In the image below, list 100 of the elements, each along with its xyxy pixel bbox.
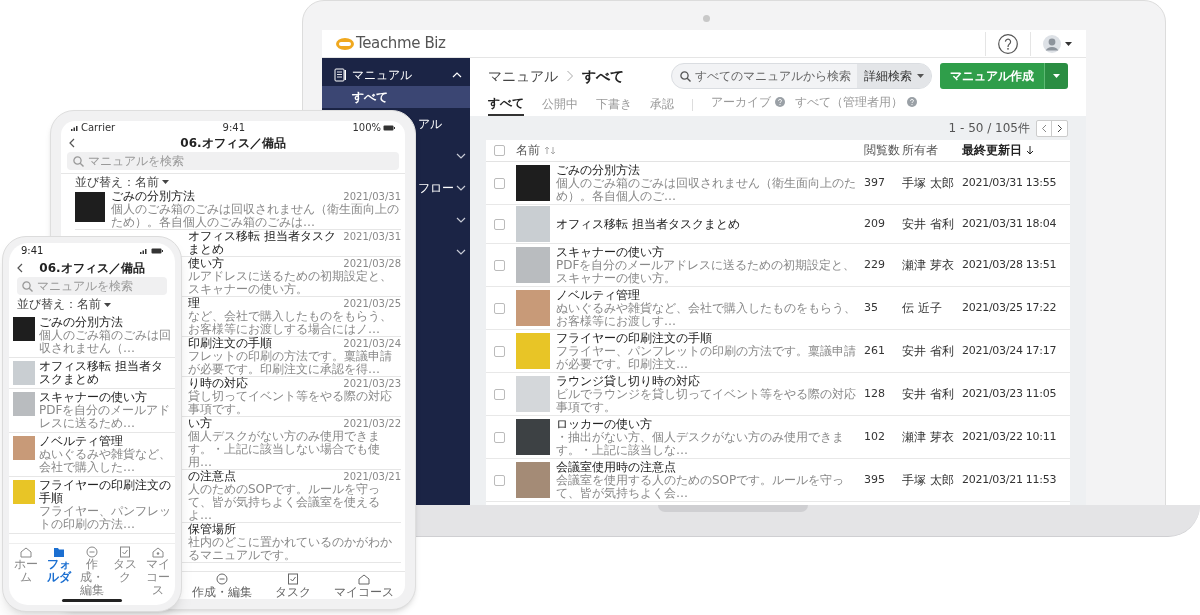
photo-placeholder bbox=[516, 333, 550, 369]
search-icon bbox=[73, 155, 84, 167]
date-label: 2021/03/31 bbox=[343, 230, 401, 243]
manual-title[interactable]: オフィス移転 担当者タスクまとめ bbox=[556, 217, 860, 231]
manual-title[interactable]: ごみの分別方法 bbox=[39, 316, 171, 329]
manual-title[interactable]: ごみの分別方法 bbox=[556, 163, 860, 177]
column-header[interactable]: 閲覧数 bbox=[864, 143, 900, 158]
manual-title[interactable]: 使い方 bbox=[188, 257, 340, 270]
tab-bar-item[interactable]: フォルダ bbox=[42, 546, 76, 584]
table-cell-text: 2021/03/25 17:22 bbox=[962, 299, 1058, 316]
manual-title[interactable]: り時の対応 bbox=[188, 377, 340, 390]
search-icon bbox=[22, 280, 33, 292]
checkbox[interactable] bbox=[494, 145, 505, 156]
help-icon bbox=[907, 97, 917, 107]
tab-bar-item[interactable]: 作成・編集 bbox=[75, 546, 109, 597]
manual-title[interactable]: 印刷注文の手順 bbox=[188, 337, 340, 350]
manual-description: など、会社で購入したものをもらう、お客様等にお渡しする場合にはノ… bbox=[188, 310, 393, 336]
table-cell-text: 安井 省利 bbox=[902, 343, 955, 360]
screen-title: 06.オフィス／備品 bbox=[179, 135, 287, 151]
dropdown-button[interactable] bbox=[1044, 63, 1068, 89]
checkbox[interactable] bbox=[494, 259, 505, 271]
checkbox[interactable] bbox=[494, 388, 505, 400]
sort-dropdown[interactable]: 並び替え：名前 bbox=[17, 297, 111, 312]
manual-title[interactable]: フライヤーの印刷注文の手順 bbox=[556, 331, 860, 345]
tab[interactable]: すべて bbox=[488, 94, 524, 116]
table-cell-text: 瀬津 芽衣 bbox=[902, 257, 955, 274]
table-cell-text: 手塚 太郎 bbox=[902, 472, 955, 489]
table-cell-text: 2021/03/24 17:17 bbox=[962, 342, 1058, 359]
back-icon bbox=[17, 263, 23, 273]
table-cell-text: 2021/03/22 10:11 bbox=[962, 428, 1058, 445]
sidebar-item[interactable]: マニュアル bbox=[352, 66, 447, 84]
photo-placeholder bbox=[13, 317, 35, 341]
table-cell-text: 261 bbox=[864, 342, 886, 359]
photo-placeholder bbox=[516, 376, 550, 412]
manual-description: 会議室を使用する人のためのSOPです。ルールを守って、皆が気持ちよく会… bbox=[556, 474, 846, 500]
manual-title[interactable]: の注意点 bbox=[188, 470, 340, 483]
manual-title[interactable]: 会議室使用時の注意点 bbox=[556, 460, 860, 474]
manual-title[interactable]: 理 bbox=[188, 297, 340, 310]
date-label: 2021/03/22 bbox=[343, 417, 401, 430]
tab-bar-item[interactable]: ホーム bbox=[9, 546, 43, 584]
manual-title[interactable]: ラウンジ貸し切り時の対応 bbox=[556, 374, 860, 388]
sort-descending-icon bbox=[1026, 146, 1034, 155]
date-label: 2021/03/31 bbox=[343, 190, 401, 203]
checkbox[interactable] bbox=[494, 218, 505, 230]
sidebar-item[interactable]: フロー bbox=[418, 179, 454, 197]
help-icon bbox=[998, 33, 1018, 54]
date-label: 2021/03/21 bbox=[343, 470, 401, 483]
manual-title[interactable]: ノベルティ管理 bbox=[39, 435, 171, 448]
tab-bar-item[interactable]: タスク bbox=[108, 546, 142, 584]
manual-title[interactable]: オフィス移転 担当者タスクまとめ bbox=[39, 360, 171, 386]
manual-description: ルアドレスに送るための初期設定と、スキャナーの使い方。 bbox=[188, 270, 393, 296]
column-header[interactable]: 最終更新日 bbox=[962, 143, 1022, 158]
date-label: 2021/03/25 bbox=[343, 297, 401, 310]
manual-title[interactable]: い方 bbox=[188, 417, 340, 430]
manual-title[interactable]: オフィス移転 担当者タスクまとめ bbox=[188, 230, 340, 256]
caret-icon bbox=[104, 302, 111, 307]
manual-description: 個人デスクがない方のみ使用できます。・上記に該当しない場合でも使用… bbox=[188, 430, 381, 469]
manual-description: 個人のごみ箱のごみは回収されません（… bbox=[39, 329, 171, 355]
photo-placeholder bbox=[75, 192, 105, 222]
status-time: 9:41 bbox=[221, 121, 247, 134]
manual-title[interactable]: フライヤーの印刷注文の手順 bbox=[39, 479, 171, 505]
minus-circle-icon bbox=[85, 546, 98, 558]
checkbox[interactable] bbox=[494, 474, 505, 486]
photo-placeholder bbox=[516, 165, 550, 201]
sidebar-item[interactable]: すべて bbox=[352, 89, 388, 105]
sort-dropdown[interactable]: 並び替え：名前 bbox=[75, 174, 169, 190]
manual-description: フレットの印刷の方法です。稟議申請が必要です。印刷注文に承認を得… bbox=[188, 350, 393, 376]
checklist-icon bbox=[287, 572, 299, 585]
sidebar-item[interactable]: アル bbox=[418, 115, 442, 133]
tab-bar-item[interactable]: 作成・編集 bbox=[192, 572, 253, 599]
tab-bar-item[interactable]: マイコース bbox=[141, 546, 175, 597]
checklist-icon bbox=[119, 546, 132, 558]
breadcrumb-item[interactable]: マニュアル bbox=[488, 65, 558, 87]
photo-placeholder bbox=[13, 392, 35, 416]
manual-description: PDFを自分のメールアドレスに送るため… bbox=[39, 404, 171, 430]
table-cell-text: 35 bbox=[864, 299, 879, 316]
checkbox[interactable] bbox=[494, 431, 505, 443]
checkbox[interactable] bbox=[494, 302, 505, 314]
manual-title[interactable]: ノベルティ管理 bbox=[556, 288, 860, 302]
back-icon bbox=[69, 138, 75, 148]
manual-description: ぬいぐるみや雑貨など、会社で購入したものをもらう、お客様等にお渡しす… bbox=[556, 302, 857, 328]
photo-placeholder bbox=[13, 361, 35, 385]
avatar-icon bbox=[1043, 34, 1061, 53]
column-header[interactable]: 所有者 bbox=[902, 143, 938, 158]
manual-description: ビルでラウンジを貸し切ってイベント等をやる際の対応事項です。 bbox=[556, 388, 857, 414]
checkbox[interactable] bbox=[494, 177, 505, 189]
manual-description: 個人のごみ箱のごみは回収されません（衛生面向上のため）。各自個人のごみ箱のごみは… bbox=[111, 203, 400, 229]
manual-title[interactable]: 保管場所 bbox=[188, 523, 401, 536]
checkbox[interactable] bbox=[494, 345, 505, 357]
table-cell-text: 209 bbox=[864, 215, 886, 232]
caret-icon bbox=[162, 180, 169, 184]
tab-bar-item[interactable]: マイコース bbox=[333, 572, 394, 599]
manual-title[interactable]: ごみの分別方法 bbox=[111, 190, 340, 203]
manual-title[interactable]: スキャナーの使い方 bbox=[39, 391, 171, 404]
tab-bar-item[interactable]: タスク bbox=[275, 572, 311, 599]
manual-title[interactable]: ロッカーの使い方 bbox=[556, 417, 860, 431]
table-cell-text: 手塚 太郎 bbox=[902, 175, 955, 192]
manual-title[interactable]: スキャナーの使い方 bbox=[556, 245, 860, 259]
column-header[interactable]: 名前 bbox=[516, 143, 540, 158]
manual-description: 人のためのSOPです。ルールを守って、皆が気持ちよく会議室を使えるよ… bbox=[188, 483, 382, 522]
